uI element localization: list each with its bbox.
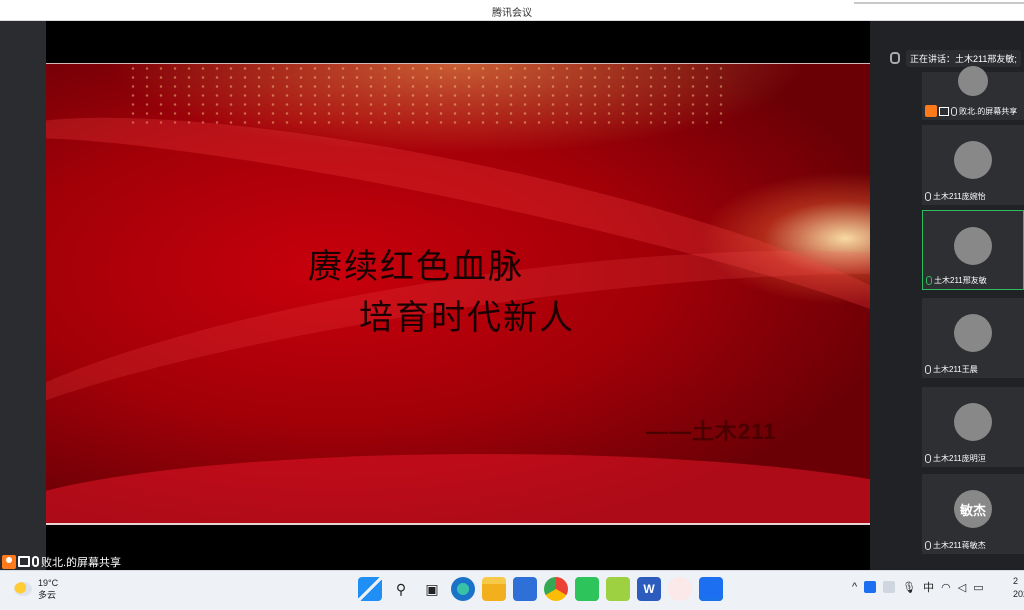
slide-title-line-1: 赓续红色血脉 bbox=[308, 247, 524, 287]
left-gutter bbox=[0, 21, 46, 570]
participant-label: 败北.的屏幕共享 bbox=[925, 105, 1017, 117]
mic-icon bbox=[890, 52, 900, 64]
mic-active-icon bbox=[926, 276, 932, 285]
weather-widget[interactable]: 19°C 多云 bbox=[14, 577, 58, 601]
slide-title-line-2: 培育时代新人 bbox=[359, 298, 575, 338]
task-view-icon[interactable]: ▣ bbox=[420, 577, 444, 601]
window-controls[interactable] bbox=[854, 2, 1024, 4]
participant-name: 土木211庞婉怡 bbox=[933, 192, 986, 201]
wifi-icon[interactable]: ◠ bbox=[941, 581, 951, 594]
share-label-text: 败北.的屏幕共享 bbox=[41, 556, 122, 569]
window-title: 腾讯会议 bbox=[492, 8, 532, 19]
mic-tray-icon[interactable]: 🎙 bbox=[902, 581, 916, 594]
avatar bbox=[954, 227, 992, 265]
slide-signature: ——土木211 bbox=[646, 419, 777, 444]
participant-tile[interactable]: 土木211庞明洹 bbox=[922, 387, 1024, 467]
participant-name: 败北.的屏幕共享 bbox=[959, 106, 1018, 116]
user-icon bbox=[925, 105, 937, 117]
mic-icon bbox=[925, 365, 931, 374]
participant-sidebar[interactable]: 正在讲话：土木211邢友敏; 败北.的屏幕共享 土木211庞婉怡 土木211邢友… bbox=[870, 21, 1024, 570]
mic-icon bbox=[32, 556, 39, 567]
volume-icon[interactable]: ◁ bbox=[958, 581, 966, 594]
avatar bbox=[958, 66, 988, 96]
file-explorer-icon[interactable] bbox=[482, 577, 506, 601]
tray-chevron-icon[interactable]: ^ bbox=[852, 581, 857, 593]
meeting-tray-icon[interactable] bbox=[864, 581, 877, 593]
cloud-tray-icon[interactable] bbox=[883, 581, 896, 593]
window-titlebar: 腾讯会议 bbox=[0, 0, 1024, 21]
start-icon[interactable] bbox=[358, 577, 382, 601]
system-clock[interactable]: 2 2022 bbox=[1013, 575, 1024, 601]
participant-tile[interactable]: 敏杰 土木211蒋敏杰 bbox=[922, 474, 1024, 554]
presentation-slide: 赓续红色血脉 培育时代新人 ——土木211 bbox=[46, 63, 870, 525]
participant-tile[interactable]: 土木211王晨 bbox=[922, 298, 1024, 378]
partly-cloudy-icon bbox=[14, 582, 32, 596]
speaking-text: 正在讲话：土木211邢友敏; bbox=[906, 49, 1021, 67]
avatar bbox=[954, 141, 992, 179]
speaking-indicator: 正在讲话：土木211邢友敏; bbox=[890, 48, 1021, 68]
tencent-meeting-icon[interactable] bbox=[699, 577, 723, 601]
edge-browser-icon[interactable] bbox=[451, 577, 475, 601]
avatar bbox=[954, 403, 992, 441]
store-icon[interactable] bbox=[513, 577, 537, 601]
mic-icon bbox=[951, 106, 957, 116]
avatar bbox=[954, 314, 992, 352]
ime-indicator[interactable]: 中 bbox=[923, 579, 934, 595]
weather-temp: 19°C bbox=[38, 578, 59, 588]
participant-label: 土木211王晨 bbox=[925, 364, 978, 375]
screen-share-icon bbox=[18, 556, 30, 567]
participant-name: 土木211庞明洹 bbox=[933, 454, 986, 463]
taskbar-apps: ⚲ ▣ W bbox=[358, 577, 723, 601]
participant-name: 土木211邢友敏 bbox=[934, 276, 987, 285]
word-icon[interactable]: W bbox=[637, 577, 661, 601]
battery-icon[interactable]: ▭ bbox=[973, 581, 983, 594]
participant-label: 土木211庞明洹 bbox=[925, 453, 986, 464]
taskbar: 19°C 多云 ⚲ ▣ W ^ 🎙 中 ◠ ◁ ▭ 2 2022 bbox=[0, 570, 1024, 610]
mic-icon bbox=[925, 454, 931, 463]
chrome-icon[interactable] bbox=[544, 577, 568, 601]
screen-share-stage: 赓续红色血脉 培育时代新人 ——土木211 bbox=[46, 21, 870, 570]
avatar: 敏杰 bbox=[954, 490, 992, 528]
wework-icon[interactable] bbox=[606, 577, 630, 601]
system-tray: ^ 🎙 中 ◠ ◁ ▭ bbox=[852, 579, 984, 595]
participant-name: 土木211蒋敏杰 bbox=[933, 541, 986, 550]
clock-app-icon[interactable] bbox=[668, 577, 692, 601]
participant-label: 土木211蒋敏杰 bbox=[925, 540, 986, 551]
participant-tile[interactable]: 土木211庞婉怡 bbox=[922, 125, 1024, 205]
slide-sparkles bbox=[126, 64, 726, 124]
clock-time: 2 bbox=[1013, 576, 1019, 586]
mic-icon bbox=[925, 541, 931, 550]
screen-share-icon bbox=[939, 106, 949, 116]
user-icon bbox=[2, 554, 16, 569]
participant-label: 土木211邢友敏 bbox=[926, 275, 987, 286]
clock-date: 2022 bbox=[1013, 589, 1024, 599]
participant-tile[interactable]: 败北.的屏幕共享 bbox=[922, 66, 1024, 120]
wechat-icon[interactable] bbox=[575, 577, 599, 601]
shared-screen-area: 赓续红色血脉 培育时代新人 ——土木211 bbox=[0, 21, 870, 570]
search-icon[interactable]: ⚲ bbox=[389, 577, 413, 601]
participant-label: 土木211庞婉怡 bbox=[925, 191, 986, 202]
mic-icon bbox=[925, 192, 931, 201]
weather-desc: 多云 bbox=[38, 590, 57, 600]
participant-name: 土木211王晨 bbox=[933, 365, 978, 374]
screen-share-label: 败北.的屏幕共享 bbox=[0, 553, 121, 570]
participant-tile-active[interactable]: 土木211邢友敏 bbox=[922, 210, 1024, 290]
